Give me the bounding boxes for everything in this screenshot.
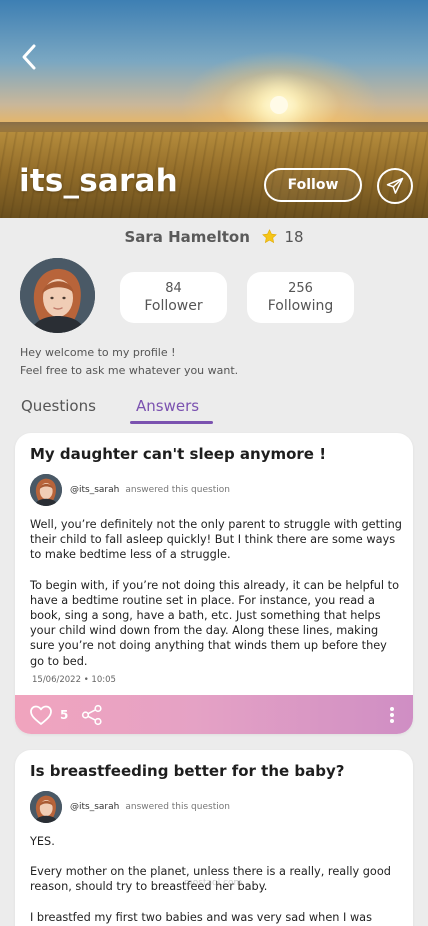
answer-author-handle[interactable]: @its_sarah: [70, 485, 119, 495]
send-message-button[interactable]: [377, 168, 413, 204]
answer-timestamp: 15/06/2022 • 10:05: [32, 675, 116, 685]
followers-count: 84: [165, 281, 182, 296]
question-title[interactable]: My daughter can't sleep anymore !: [30, 445, 326, 463]
answer-body: Well, you’re definitely not the only par…: [30, 517, 402, 684]
question-title[interactable]: Is breastfeeding better for the baby?: [30, 762, 344, 780]
following-count: 256: [288, 281, 313, 296]
paper-plane-icon: [386, 177, 404, 194]
heart-icon: [30, 705, 52, 725]
answer-card[interactable]: Is breastfeeding better for the baby? @i…: [15, 750, 413, 926]
more-options-button[interactable]: [389, 706, 395, 724]
bio-line-1: Hey welcome to my profile !: [20, 346, 176, 359]
answer-paragraph: To begin with, if you’re not doing this …: [30, 578, 399, 668]
following-card[interactable]: 256 Following: [247, 272, 354, 323]
like-button[interactable]: 5: [29, 704, 68, 726]
answer-paragraph: YES.: [30, 835, 55, 848]
active-tab-indicator: [130, 421, 213, 424]
profile-bio: Hey welcome to my profile ! Feel free to…: [20, 344, 238, 380]
avatar[interactable]: [30, 791, 62, 823]
share-button[interactable]: [81, 704, 103, 726]
profile-avatar[interactable]: [20, 258, 95, 333]
answer-author-handle[interactable]: @its_sarah: [70, 802, 119, 812]
tab-questions[interactable]: Questions: [21, 397, 96, 415]
answer-meta: @its_sarah answered this question: [30, 474, 230, 506]
avatar[interactable]: [30, 474, 62, 506]
avatar-image: [20, 258, 95, 333]
share-icon: [82, 704, 102, 725]
chevron-left-icon: [22, 44, 36, 70]
profile-username: its_sarah: [19, 163, 178, 199]
cover-sun: [270, 96, 288, 114]
back-button[interactable]: [14, 40, 44, 74]
tab-answers[interactable]: Answers: [136, 397, 199, 415]
star-icon: [261, 229, 277, 244]
like-count: 5: [60, 707, 69, 722]
followers-label: Follower: [144, 298, 203, 314]
answer-paragraph: Well, you’re definitely not the only par…: [30, 518, 402, 562]
bio-line-2: Feel free to ask me whatever you want.: [20, 364, 239, 377]
answer-meta: @its_sarah answered this question: [30, 791, 230, 823]
answer-paragraph: I breastfed my first two babies and was …: [30, 910, 372, 924]
answer-actions-bar: 5: [15, 695, 413, 734]
profile-rating: 18: [284, 228, 304, 246]
followers-card[interactable]: 84 Follower: [120, 272, 227, 323]
profile-full-name: Sara Hamelton: [124, 228, 250, 246]
follow-button[interactable]: Follow: [264, 168, 362, 202]
answer-action-text: answered this question: [125, 485, 230, 495]
profile-name-row: Sara Hamelton 18: [0, 228, 428, 246]
answer-card[interactable]: My daughter can't sleep anymore ! @its_s…: [15, 433, 413, 734]
watermark: mostaql.com: [184, 878, 243, 888]
more-vertical-icon: [390, 706, 394, 723]
answer-action-text: answered this question: [125, 802, 230, 812]
following-label: Following: [267, 298, 334, 314]
